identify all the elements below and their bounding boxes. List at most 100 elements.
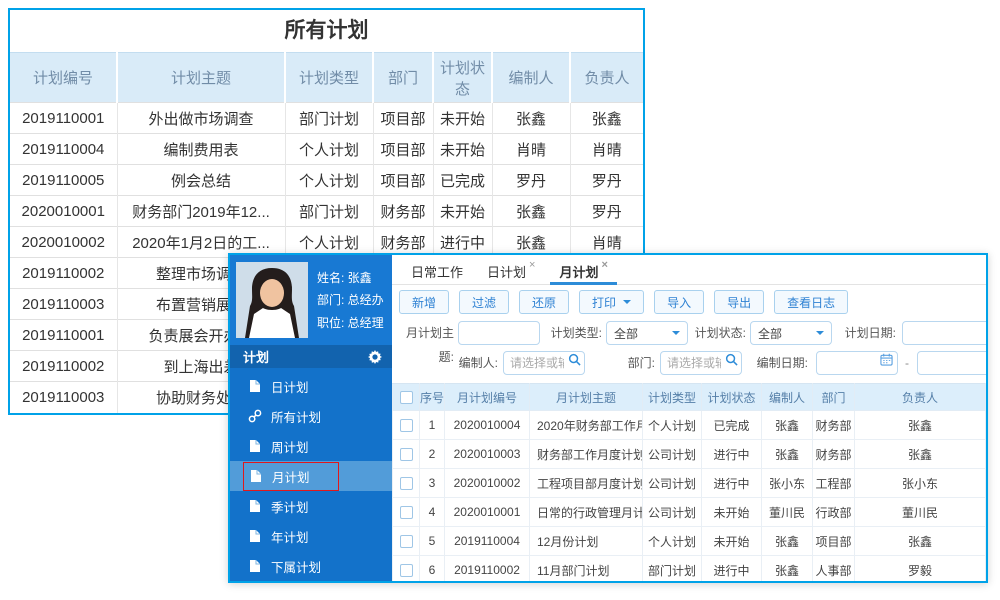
profile-field-label: 部门: <box>317 293 348 308</box>
sidebar-item-所有计划[interactable]: 所有计划 <box>230 401 392 431</box>
select-all-checkbox[interactable] <box>399 390 413 404</box>
row-checkbox[interactable] <box>399 476 413 490</box>
sidebar: 姓名: 张鑫 部门: 总经办 职位: 总经理 计划 日计划 所有计划 周计划 月计划 季计划… <box>230 255 392 581</box>
plan-id-link[interactable]: 2019110004 <box>444 526 530 556</box>
employee-photo-image <box>236 262 308 338</box>
sidebar-item-inner: 季计划 <box>243 493 314 520</box>
plan-subject-link[interactable]: 12月份计划 <box>529 526 643 556</box>
creator-link[interactable]: 张鑫 <box>761 555 813 581</box>
plan-id-link[interactable]: 2019110002 <box>444 555 530 581</box>
creator-link[interactable]: 张鑫 <box>761 526 813 556</box>
creator-link[interactable]: 董川民 <box>761 497 813 527</box>
chevron-down-icon[interactable] <box>623 300 632 308</box>
sidebar-item-年计划[interactable]: 年计划 <box>230 521 392 551</box>
plan-date-label: 计划日期: <box>844 326 896 340</box>
plan-id-link[interactable]: 2020010004 <box>444 410 530 440</box>
profile-field-label: 职位: <box>317 316 348 331</box>
dept-cell: 工程部 <box>812 468 855 498</box>
owner-link[interactable]: 张小东 <box>854 468 986 498</box>
导出-button[interactable]: 导出 <box>714 290 765 314</box>
plan-subject-link[interactable]: 11月部门计划 <box>529 555 643 581</box>
creator-link[interactable]: 张鑫 <box>761 439 813 469</box>
owner-link[interactable]: 张鑫 <box>854 526 986 556</box>
calendar-icon[interactable] <box>880 353 894 367</box>
plan-status-value: 全部 <box>758 326 783 341</box>
table-cell: 张鑫 <box>569 102 643 134</box>
plan-id-link[interactable]: 2020010001 <box>444 497 530 527</box>
owner-link[interactable]: 张鑫 <box>854 439 986 469</box>
plan-type-select[interactable]: 全部 <box>606 321 688 345</box>
plan-subject-link[interactable]: 工程项目部月度计划 <box>529 468 643 498</box>
table-cell: 未开始 <box>432 133 492 165</box>
dept-cell: 行政部 <box>812 497 855 527</box>
sidebar-item-季计划[interactable]: 季计划 <box>230 491 392 521</box>
row-checkbox[interactable] <box>399 563 413 577</box>
row-checkbox[interactable] <box>399 505 413 519</box>
导入-button[interactable]: 导入 <box>654 290 705 314</box>
plan-status-select[interactable]: 全部 <box>750 321 832 345</box>
plan-id-link[interactable]: 2020010003 <box>444 439 530 469</box>
user-profile: 姓名: 张鑫 部门: 总经办 职位: 总经理 <box>230 255 392 345</box>
button-label: 过滤 <box>472 295 497 310</box>
close-icon[interactable]: × <box>601 259 607 271</box>
sidebar-item-周计划[interactable]: 周计划 <box>230 431 392 461</box>
新增-button[interactable]: 新增 <box>399 290 450 314</box>
button-label: 导出 <box>727 295 752 310</box>
plan-date-input[interactable] <box>902 321 986 345</box>
过滤-button[interactable]: 过滤 <box>459 290 510 314</box>
column-header: 月计划主题 <box>529 383 643 411</box>
tab-月计划[interactable]: 月计划 × <box>550 255 618 285</box>
plan-id-link[interactable]: 2020010002 <box>444 468 530 498</box>
plan-subject-link[interactable]: 2020年财务部工作月... <box>529 410 643 440</box>
table-row: 2019110001 外出做市场调查 部门计划 项目部 未开始 张鑫 张鑫 <box>10 102 643 134</box>
plan-subject-link[interactable]: 日常的行政管理月计划 <box>529 497 643 527</box>
close-icon[interactable]: × <box>529 259 535 271</box>
gear-icon[interactable] <box>368 349 382 364</box>
row-checkbox[interactable] <box>399 534 413 548</box>
tab-label: 日常工作 <box>411 265 464 280</box>
highlight-red-box: 月计划 <box>243 461 339 491</box>
chevron-down-icon[interactable] <box>672 331 680 339</box>
还原-button[interactable]: 还原 <box>519 290 570 314</box>
column-header: 负责人 <box>854 383 986 411</box>
table-header-row: 计划编号 计划主题 计划类型 部门 计划状态 编制人 负责人 <box>10 52 643 103</box>
monthly-plan-window: 姓名: 张鑫 部门: 总经办 职位: 总经理 计划 日计划 所有计划 周计划 月计划 季计划… <box>228 253 988 583</box>
compile-date-end-input[interactable] <box>917 351 986 375</box>
sidebar-item-日计划[interactable]: 日计划 <box>230 371 392 401</box>
sidebar-item-inner: 周计划 <box>243 433 314 460</box>
chevron-down-icon[interactable] <box>816 331 824 339</box>
profile-field-label: 姓名: <box>317 270 348 285</box>
table-header-row: 序号 月计划编号 月计划主题 计划类型 计划状态 编制人 部门 负责人 <box>392 383 986 411</box>
file-icon <box>248 439 262 453</box>
search-icon[interactable] <box>725 353 739 367</box>
table-cell: 项目部 <box>372 102 433 134</box>
plan-subject-link[interactable]: 财务部工作月度计划 <box>529 439 643 469</box>
sidebar-item-月计划[interactable]: 月计划 <box>230 461 392 491</box>
tab-日计划[interactable]: 日计划 × <box>478 255 544 284</box>
tab-日常工作[interactable]: 日常工作 <box>402 255 472 284</box>
sidebar-item-label: 周计划 <box>271 440 309 455</box>
owner-link[interactable]: 董川民 <box>854 497 986 527</box>
owner-link[interactable]: 张鑫 <box>854 410 986 440</box>
row-checkbox[interactable] <box>399 447 413 461</box>
owner-link[interactable]: 罗毅 <box>854 555 986 581</box>
plan-status-label: 计划状态: <box>694 326 746 340</box>
table-cell: 项目部 <box>372 133 433 165</box>
creator-link[interactable]: 张小东 <box>761 468 813 498</box>
toolbar: 新增 过滤 还原 打印 导入 导出 查看日志 <box>392 285 986 319</box>
row-number: 1 <box>419 410 445 440</box>
creator-link[interactable]: 张鑫 <box>761 410 813 440</box>
打印-button[interactable]: 打印 <box>579 290 645 314</box>
查看日志-button[interactable]: 查看日志 <box>774 290 849 314</box>
sidebar-item-下属计划[interactable]: 下属计划 <box>230 551 392 581</box>
file-icon <box>248 499 262 513</box>
checkbox-cell <box>392 555 420 581</box>
profile-field: 部门: 总经办 <box>317 291 384 308</box>
column-header: 计划类型 <box>284 52 373 103</box>
plan-subject-input[interactable] <box>458 321 540 345</box>
profile-field-value: 张鑫 <box>347 270 372 285</box>
row-checkbox[interactable] <box>399 418 413 432</box>
sidebar-item-inner: 下属计划 <box>243 553 326 580</box>
plan-status-cell: 进行中 <box>701 468 762 498</box>
search-icon[interactable] <box>568 353 582 367</box>
